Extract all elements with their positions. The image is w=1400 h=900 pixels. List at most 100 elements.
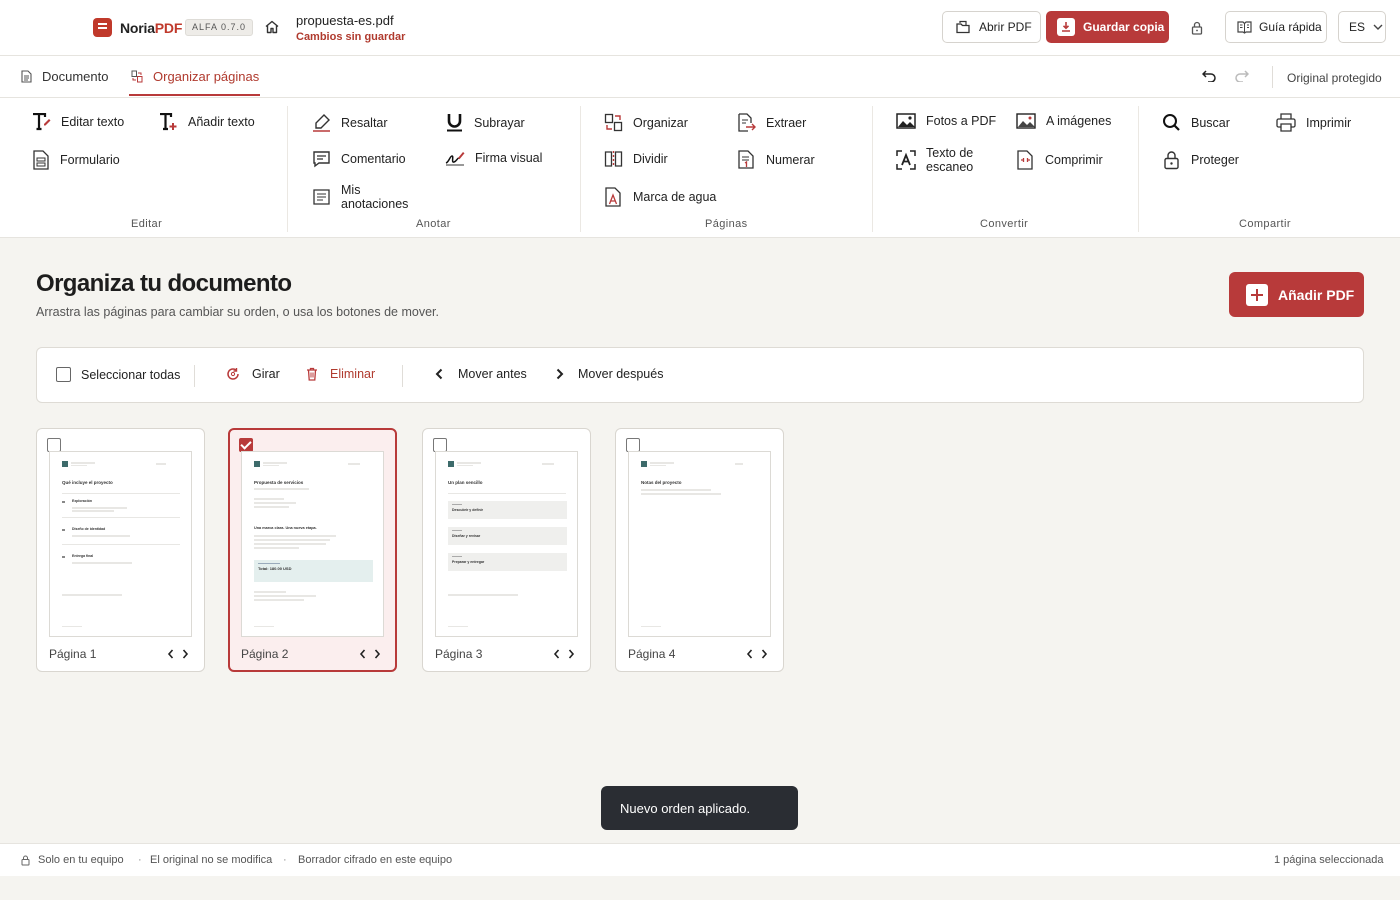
compress-button[interactable]: Comprimir xyxy=(1016,150,1103,170)
delete-button[interactable]: Eliminar xyxy=(306,367,375,381)
document-icon xyxy=(21,70,32,83)
app-brand: NoriaPDF xyxy=(120,20,182,36)
checkbox-box xyxy=(56,367,71,382)
group-label-anotar: Anotar xyxy=(416,218,451,230)
pages-toolbar: Seleccionar todas Girar Eliminar Mover a… xyxy=(36,347,1364,403)
search-button[interactable]: Buscar xyxy=(1162,113,1230,132)
watermark-icon xyxy=(605,187,621,207)
move-after-button[interactable]: Mover después xyxy=(556,367,663,381)
delete-label: Eliminar xyxy=(330,367,376,381)
group-label-compartir: Compartir xyxy=(1239,218,1291,230)
page-card-2[interactable]: Propuesta de servicios Una marca clara. … xyxy=(228,428,397,672)
page-3-step-3: Preparar y entregar xyxy=(452,560,485,564)
page-3-label: Página 3 xyxy=(435,647,483,661)
organize-pages-icon xyxy=(131,70,143,83)
page-1-checkbox[interactable] xyxy=(47,438,61,452)
quick-guide-button[interactable]: Guía rápida xyxy=(1225,11,1327,43)
page-3-step-1: Descubrir y definir xyxy=(452,508,483,512)
protect-button[interactable]: Proteger xyxy=(1162,150,1239,170)
page-1-thumbnail: Qué incluye el proyecto Exploración Dise… xyxy=(49,451,192,637)
split-button[interactable]: Dividir xyxy=(604,150,668,168)
move-left-icon[interactable] xyxy=(746,649,754,659)
organize-button[interactable]: Organizar xyxy=(604,113,688,132)
comment-button[interactable]: Comentario xyxy=(312,150,406,168)
plus-icon xyxy=(1246,283,1268,306)
comment-icon xyxy=(313,151,330,168)
move-left-icon[interactable] xyxy=(359,649,367,659)
lock-icon[interactable] xyxy=(1190,20,1204,36)
highlight-button[interactable]: Resaltar xyxy=(312,113,388,132)
lock-small-icon xyxy=(21,855,30,865)
main-tabs: Documento Organizar páginas Original pro… xyxy=(0,56,1400,98)
print-button[interactable]: Imprimir xyxy=(1276,113,1351,132)
underline-button[interactable]: Subrayar xyxy=(445,113,525,132)
language-value: ES xyxy=(1349,20,1366,34)
page-4-thumbnail: Notas del proyecto xyxy=(628,451,771,637)
download-icon xyxy=(1057,18,1075,36)
page-2-checkbox[interactable] xyxy=(239,438,253,452)
rotate-button[interactable]: Girar xyxy=(226,367,280,381)
move-left-icon[interactable] xyxy=(553,649,561,659)
rotate-icon xyxy=(227,368,239,380)
form-button[interactable]: Formulario xyxy=(32,150,120,170)
move-right-icon[interactable] xyxy=(760,649,768,659)
scan-text-button[interactable]: Texto de escaneo xyxy=(896,146,996,174)
open-pdf-button[interactable]: Abrir PDF xyxy=(942,11,1041,43)
footer-draft: Borrador cifrado en este equipo xyxy=(298,854,453,866)
select-all-checkbox[interactable]: Seleccionar todas xyxy=(56,367,180,382)
add-text-button[interactable]: Añadir texto xyxy=(159,113,255,131)
signature-icon xyxy=(445,152,465,166)
redo-icon[interactable] xyxy=(1235,70,1249,82)
tab-documento[interactable]: Documento xyxy=(21,69,108,84)
footer-separator: · xyxy=(283,854,287,866)
page-4-checkbox[interactable] xyxy=(626,438,640,452)
form-icon xyxy=(33,150,49,170)
to-images-button[interactable]: A imágenes xyxy=(1016,113,1111,129)
print-label: Imprimir xyxy=(1306,115,1352,130)
edit-text-button[interactable]: Editar texto xyxy=(32,113,124,131)
page-4-heading: Notas del proyecto xyxy=(641,480,682,485)
scan-text-label: Texto de escaneo xyxy=(926,146,974,174)
move-right-icon[interactable] xyxy=(567,649,575,659)
move-right-icon[interactable] xyxy=(181,649,189,659)
extract-button[interactable]: Extraer xyxy=(737,113,806,132)
annotations-list-icon xyxy=(313,189,330,205)
page-2-thumbnail: Propuesta de servicios Una marca clara. … xyxy=(241,451,384,637)
ocr-scan-icon xyxy=(896,150,916,170)
tab-documento-label: Documento xyxy=(42,69,109,84)
protect-label: Proteger xyxy=(1191,153,1239,167)
page-3-checkbox[interactable] xyxy=(433,438,447,452)
home-icon[interactable] xyxy=(264,19,280,35)
number-pages-button[interactable]: Numerar xyxy=(737,150,815,169)
my-annotations-button[interactable]: Mis anotaciones xyxy=(312,183,422,211)
page-4-label: Página 4 xyxy=(628,647,676,661)
ribbon-divider xyxy=(1138,106,1139,232)
language-select[interactable]: ES xyxy=(1338,11,1386,43)
page-2-label: Página 2 xyxy=(241,647,289,661)
footer-local-label: Solo en tu equipo xyxy=(38,854,124,866)
open-folder-icon xyxy=(956,20,970,34)
save-copy-button[interactable]: Guardar copia xyxy=(1046,11,1169,43)
page-card-4[interactable]: Notas del proyecto Página 4 xyxy=(615,428,784,672)
add-pdf-button[interactable]: Añadir PDF xyxy=(1229,272,1364,317)
file-name: propuesta-es.pdf xyxy=(296,13,394,28)
tab-organizar-label: Organizar páginas xyxy=(153,69,260,84)
photos-to-pdf-button[interactable]: Fotos a PDF xyxy=(896,113,996,129)
chevron-right-icon xyxy=(556,368,564,380)
page-card-3[interactable]: Un plan sencillo Descubrir y definir Dis… xyxy=(422,428,591,672)
page-3-move-controls xyxy=(553,649,575,659)
move-right-icon[interactable] xyxy=(373,649,381,659)
selection-count: 1 página seleccionada xyxy=(1274,854,1384,866)
tab-organizar-paginas[interactable]: Organizar páginas xyxy=(131,69,259,84)
watermark-button[interactable]: Marca de agua xyxy=(604,187,716,207)
page-1-heading: Qué incluye el proyecto xyxy=(62,480,113,485)
visual-signature-button[interactable]: Firma visual xyxy=(445,150,542,166)
page-3-heading: Un plan sencillo xyxy=(448,480,483,485)
move-left-icon[interactable] xyxy=(167,649,175,659)
page-card-1[interactable]: Qué incluye el proyecto Exploración Dise… xyxy=(36,428,205,672)
my-annotations-label: Mis anotaciones xyxy=(341,183,409,211)
padlock-icon xyxy=(1164,151,1179,170)
move-before-button[interactable]: Mover antes xyxy=(435,367,527,381)
undo-icon[interactable] xyxy=(1202,70,1216,82)
page-2-move-controls xyxy=(359,649,381,659)
